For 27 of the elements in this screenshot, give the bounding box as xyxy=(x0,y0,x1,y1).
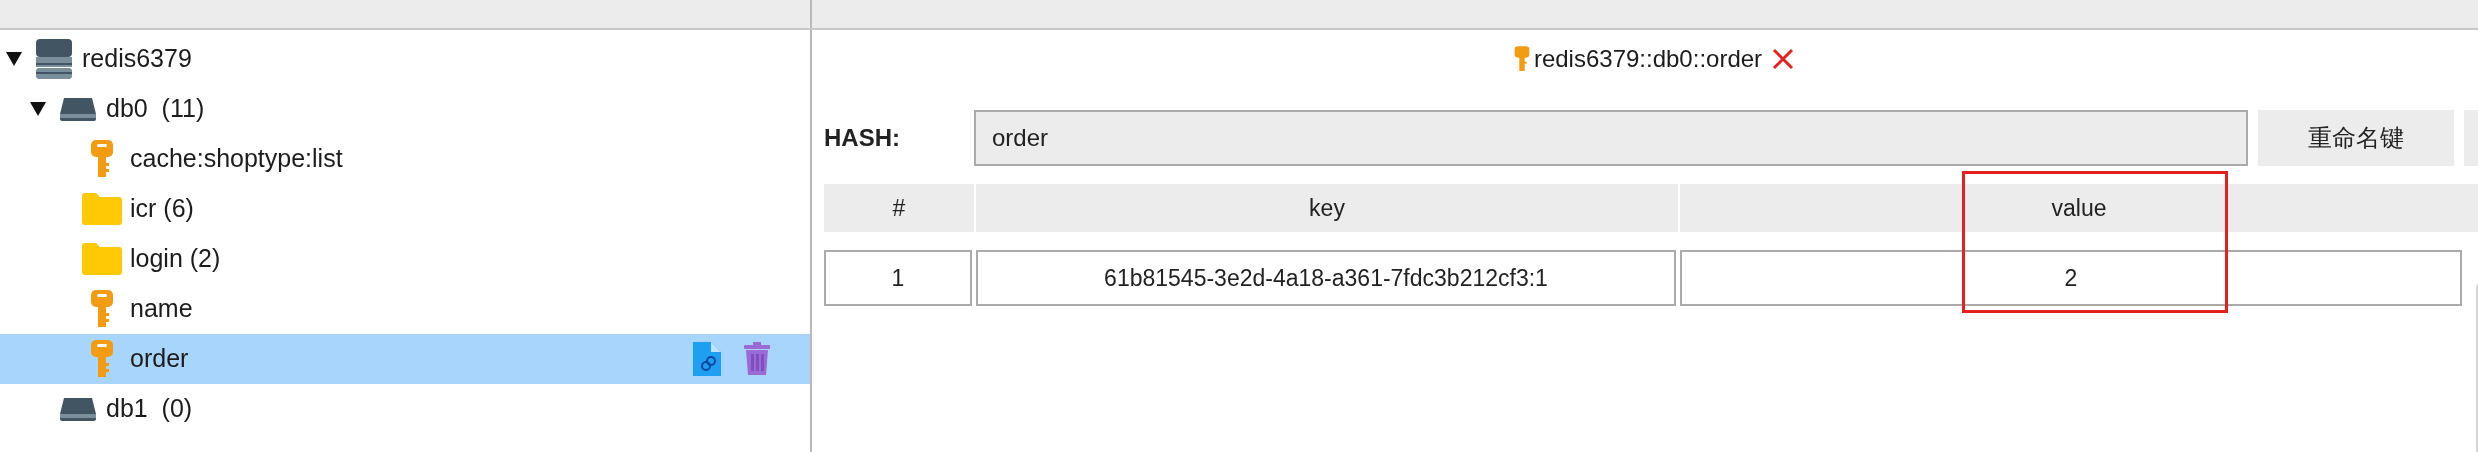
tree-label: db1 (0) xyxy=(106,393,193,425)
tree-item[interactable]: login (2) xyxy=(0,234,810,284)
tree-label: redis6379 xyxy=(82,43,192,75)
column-header[interactable]: value xyxy=(1680,184,2478,232)
tree-label: db0 (11) xyxy=(106,93,205,125)
tree-label: order xyxy=(130,343,189,375)
tree-item[interactable]: db1 (0) xyxy=(0,384,810,434)
key-name-field[interactable]: order xyxy=(974,110,2248,166)
tab-title: redis6379::db0::order xyxy=(1533,44,1763,74)
tree-item[interactable]: order xyxy=(0,334,810,384)
tree-label: login (2) xyxy=(130,243,221,275)
tree-item[interactable]: name xyxy=(0,284,810,334)
tree-item[interactable]: cache:shoptype:list xyxy=(0,134,810,184)
tree-label: cache:shoptype:list xyxy=(130,143,343,175)
table-cell: 2 xyxy=(1680,250,2462,306)
table-cell: 1 xyxy=(824,250,972,306)
tree-item[interactable]: db0 (11) xyxy=(0,84,810,134)
column-header[interactable]: key xyxy=(976,184,1678,232)
tree-item[interactable]: redis6379 xyxy=(0,34,810,84)
tree-label: name xyxy=(130,293,193,325)
key-tab[interactable]: redis6379::db0::order xyxy=(1513,41,1763,77)
tree-label: icr (6) xyxy=(130,193,194,225)
hash-label: HASH: xyxy=(824,123,901,153)
column-header[interactable]: # xyxy=(824,184,974,232)
table-cell: 61b81545-3e2d-4a18-a361-7fdc3b212cf3:1 xyxy=(976,250,1676,306)
rename-button[interactable]: 重命名键 xyxy=(2258,110,2454,166)
tree-item[interactable]: icr (6) xyxy=(0,184,810,234)
